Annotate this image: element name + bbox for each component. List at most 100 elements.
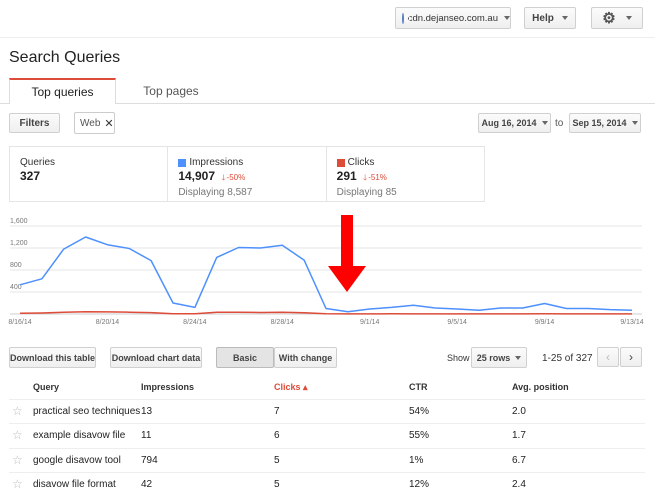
clicks-label: Clicks	[347, 157, 375, 168]
ctr-cell: 12%	[409, 479, 430, 490]
annotation-arrow-shaft	[341, 215, 353, 267]
clicks-cell: 5	[274, 455, 280, 466]
clicks-swatch	[336, 158, 345, 167]
clicks-displaying: Displaying 85	[336, 187, 397, 198]
summary-impressions[interactable]: Impressions 14,907 🡓-50% Displaying 8,58…	[168, 147, 327, 201]
ctr-cell: 54%	[409, 406, 430, 417]
page-title: Search Queries	[9, 49, 121, 66]
date-to-picker[interactable]: Sep 15, 2014	[569, 113, 641, 133]
impressions-legend: Impressions	[178, 157, 315, 168]
y-tick-label: 400	[10, 284, 22, 291]
star-icon[interactable]: ☆	[12, 428, 23, 442]
rows-per-page-select[interactable]: 25 rows	[471, 347, 527, 368]
impressions-swatch	[178, 158, 187, 167]
clicks-legend: Clicks	[336, 157, 474, 168]
web-filter-chip[interactable]: Web ✕	[74, 112, 115, 134]
impressions-cell: 11	[141, 430, 152, 441]
download-chart-button[interactable]: Download chart data	[110, 347, 202, 368]
table-row[interactable]: ☆ google disavow tool 794 5 1% 6.7	[9, 448, 645, 472]
query-cell[interactable]: google disavow tool	[33, 455, 121, 466]
column-header-ctr[interactable]: CTR	[409, 382, 428, 392]
summary-queries[interactable]: Queries 327	[10, 147, 169, 201]
previous-page-button[interactable]: ‹	[597, 347, 619, 367]
down-arrow-icon: 🡓	[363, 173, 368, 182]
chevron-down-icon	[541, 121, 548, 125]
impressions-cell: 13	[141, 406, 153, 417]
y-tick-label: 1,600	[10, 218, 28, 225]
impressions-cell: 794	[141, 455, 158, 466]
impressions-value-line: 14,907 🡓-50%	[178, 169, 315, 186]
queries-line-chart[interactable]: 1,600 1,200 800 400 8/16/14 8/20/14 8/24/14 8/2…	[0, 210, 655, 335]
x-tick-label: 9/5/14	[447, 319, 467, 326]
star-icon[interactable]: ☆	[12, 404, 23, 418]
next-page-button[interactable]: ›	[620, 347, 642, 367]
summary-clicks[interactable]: Clicks 291 🡓-51% Displaying 85	[327, 147, 484, 201]
ctr-cell: 55%	[409, 430, 430, 441]
summary-panel: Queries 327 Impressions 14,907 🡓-50% Dis…	[9, 146, 485, 202]
clicks-change: -51%	[368, 173, 387, 182]
date-to-label: Sep 15, 2014	[572, 118, 627, 128]
date-from-picker[interactable]: Aug 16, 2014	[478, 113, 551, 133]
x-tick-label: 8/24/14	[183, 319, 206, 326]
position-cell: 2.4	[512, 479, 526, 490]
x-tick-label: 9/13/14	[620, 319, 643, 326]
chevron-down-icon	[631, 121, 638, 125]
clicks-value: 291	[336, 169, 357, 183]
clicks-cell: 7	[274, 406, 280, 417]
basic-view-button[interactable]: Basic	[216, 347, 274, 368]
annotation-arrow-head	[328, 266, 366, 292]
ctr-cell: 1%	[409, 455, 424, 466]
star-icon[interactable]: ☆	[12, 477, 23, 491]
clicks-cell: 6	[274, 430, 280, 441]
rows-value: 25 rows	[476, 352, 511, 363]
help-label: Help	[532, 12, 554, 24]
clicks-value-line: 291 🡓-51%	[337, 169, 474, 186]
tab-top-queries[interactable]: Top queries	[9, 78, 116, 104]
pagination-label: 1-25 of 327	[542, 353, 593, 364]
chevron-down-icon	[504, 16, 510, 20]
filters-button[interactable]: Filters	[9, 113, 60, 133]
query-cell[interactable]: disavow file format	[33, 479, 116, 490]
column-header-avg-position[interactable]: Avg. position	[512, 382, 569, 392]
to-label: to	[555, 118, 564, 129]
column-header-query[interactable]: Query	[33, 382, 59, 392]
query-cell[interactable]: example disavow file	[33, 430, 125, 441]
tab-top-pages[interactable]: Top pages	[116, 78, 226, 104]
table-row[interactable]: ☆ disavow file format 42 5 12% 2.4	[9, 472, 645, 496]
y-tick-label: 1,200	[10, 240, 28, 247]
x-tick-label: 9/9/14	[535, 319, 555, 326]
position-cell: 2.0	[512, 406, 526, 417]
column-header-clicks[interactable]: Clicks ▴	[274, 382, 308, 393]
with-change-view-button[interactable]: With change	[274, 347, 337, 368]
chevron-down-icon	[561, 16, 568, 20]
impressions-value: 14,907	[178, 169, 216, 183]
settings-button[interactable]: ⚙	[591, 7, 643, 29]
position-cell: 1.7	[512, 430, 526, 441]
table-row[interactable]: ☆ practical seo techniques 13 7 54% 2.0	[9, 399, 645, 423]
date-from-label: Aug 16, 2014	[481, 118, 537, 128]
close-icon[interactable]: ✕	[104, 117, 113, 130]
site-url: cdn.dejanseo.com.au	[407, 12, 498, 24]
clicks-cell: 5	[274, 479, 280, 490]
star-icon[interactable]: ☆	[12, 453, 23, 467]
query-cell[interactable]: practical seo techniques	[33, 406, 140, 417]
impressions-change: -50%	[226, 173, 246, 182]
help-button[interactable]: Help	[524, 7, 576, 29]
column-header-impressions[interactable]: Impressions	[141, 382, 194, 392]
x-tick-label: 8/28/14	[271, 319, 294, 326]
x-tick-label: 8/16/14	[8, 319, 31, 326]
download-table-button[interactable]: Download this table	[9, 347, 96, 368]
down-arrow-icon: 🡓	[221, 173, 226, 182]
impressions-cell: 42	[141, 479, 153, 490]
site-selector[interactable]: cdn.dejanseo.com.au	[395, 7, 511, 29]
position-cell: 6.7	[512, 455, 526, 466]
table-row[interactable]: ☆ example disavow file 11 6 55% 1.7	[9, 423, 645, 447]
x-tick-label: 9/1/14	[360, 319, 380, 326]
globe-icon	[402, 12, 410, 24]
queries-label: Queries	[20, 157, 56, 168]
x-tick-label: 8/20/14	[96, 319, 119, 326]
show-label: Show	[447, 353, 470, 363]
chevron-down-icon	[515, 355, 522, 360]
queries-value: 327	[20, 169, 41, 183]
y-tick-label: 800	[10, 262, 22, 269]
